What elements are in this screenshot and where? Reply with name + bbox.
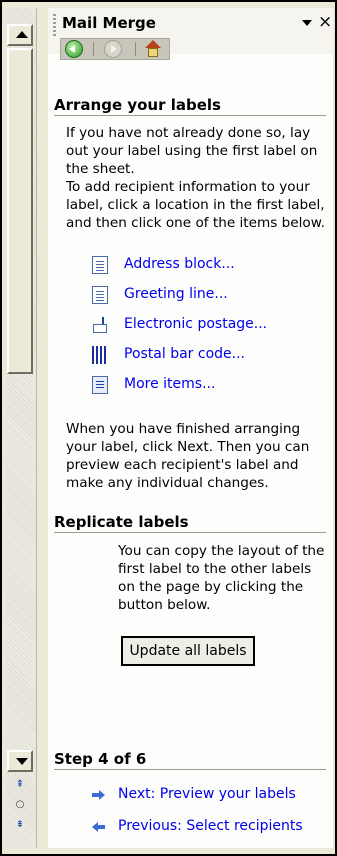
pane-nav-toolbar [60, 38, 170, 60]
separator [135, 42, 136, 56]
vertical-scrollbar[interactable]: ⇞ ○ ⇟ [6, 8, 37, 848]
replicate-instructions: You can copy the layout of the first lab… [118, 543, 325, 613]
postage-icon [92, 316, 108, 334]
pane-header: Mail Merge × [48, 8, 333, 60]
back-arrow-icon[interactable] [65, 40, 83, 58]
home-icon[interactable] [144, 40, 162, 58]
address-block-icon [92, 256, 108, 274]
pane-menu-icon[interactable] [302, 20, 312, 26]
step-indicator: Step 4 of 6 [54, 750, 326, 770]
next-step-label[interactable]: Next: Preview your labels [118, 786, 296, 802]
arrange-instructions: If you have not already done so, lay out… [66, 125, 318, 177]
postal-bar-code-label[interactable]: Postal bar code... [124, 346, 245, 362]
electronic-postage-label[interactable]: Electronic postage... [124, 316, 267, 332]
arrange-finish-instructions: When you have finished arranging your la… [66, 421, 310, 491]
next-page-icon[interactable]: ⇟ [14, 818, 26, 832]
left-arrow-icon [92, 822, 106, 832]
greeting-line-icon [92, 286, 108, 304]
previous-page-icon[interactable]: ⇞ [14, 778, 26, 792]
section-title-arrange: Arrange your labels [54, 96, 326, 116]
update-all-labels-button[interactable]: Update all labels [121, 636, 255, 666]
previous-step-label[interactable]: Previous: Select recipients [118, 818, 303, 834]
close-icon[interactable]: × [318, 12, 332, 32]
forward-arrow-icon[interactable] [104, 40, 122, 58]
scroll-thumb[interactable] [7, 48, 33, 374]
select-browse-object-icon[interactable]: ○ [14, 798, 26, 812]
task-pane-window: ⇞ ○ ⇟ Mail Merge × Arrange your labels I… [0, 0, 337, 856]
more-items-label[interactable]: More items... [124, 376, 215, 392]
address-block-label[interactable]: Address block... [124, 256, 235, 272]
up-arrow-icon [16, 31, 28, 38]
greeting-line-label[interactable]: Greeting line... [124, 286, 228, 302]
section-title-replicate: Replicate labels [54, 513, 326, 533]
scroll-up-button[interactable] [7, 24, 33, 46]
barcode-icon [92, 346, 108, 364]
mail-merge-pane: Mail Merge × Arrange your labels If you … [48, 8, 333, 848]
more-items-icon [92, 376, 108, 394]
separator [93, 42, 94, 56]
pane-title: Mail Merge [62, 14, 156, 32]
scroll-down-button[interactable] [7, 750, 33, 772]
arrange-details: To add recipient information to your lab… [66, 179, 325, 231]
grip-handle[interactable] [53, 14, 56, 36]
right-arrow-icon [92, 790, 106, 800]
down-arrow-icon [16, 758, 28, 765]
